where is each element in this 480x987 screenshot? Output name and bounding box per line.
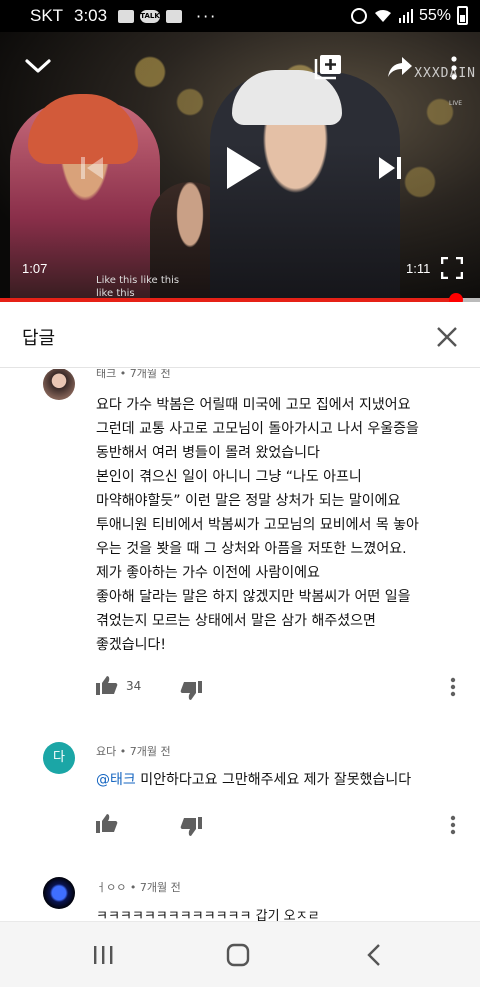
- youtube-icon: [166, 9, 182, 23]
- comment-more-button[interactable]: [450, 815, 462, 837]
- more-vert-icon: [450, 677, 456, 697]
- battery-icon: [457, 6, 468, 25]
- alarm-icon: [350, 7, 367, 24]
- comment-text: ㅋㅋㅋㅋㅋㅋㅋㅋㅋㅋㅋㅋㅋ 갑기 오ㅈㄹ: [96, 909, 320, 921]
- like-button[interactable]: [96, 813, 118, 833]
- add-to-queue-button[interactable]: [314, 54, 342, 80]
- duration: 1:11: [406, 261, 431, 276]
- status-bar: SKT 3:03 TALK ··· 55%: [0, 0, 480, 32]
- comment-line: 우는 것을 봣을 때 그 상처와 아픔을 저또한 느꼈어요.: [96, 541, 407, 557]
- comment-more-button[interactable]: [450, 677, 462, 699]
- subtitle-line: Like this like this: [96, 275, 180, 286]
- system-icons: 55%: [350, 6, 468, 25]
- watermark-sub: LIVE: [448, 100, 462, 107]
- chevron-down-icon: [25, 59, 51, 73]
- video-more-button[interactable]: [446, 54, 462, 82]
- battery-percent: 55%: [418, 6, 451, 24]
- comment-line: 본인이 겪으신 일이 아니니 그냥 “나도 아프니: [96, 469, 362, 485]
- play-icon: [227, 147, 261, 189]
- more-notifications-icon: ···: [196, 6, 218, 26]
- wifi-icon: [374, 9, 391, 22]
- like-count: 34: [126, 679, 142, 693]
- more-vert-icon: [450, 815, 456, 835]
- comment-line: 제가 좋아하는 가수 이전에 사람이에요: [96, 565, 320, 581]
- close-button[interactable]: [436, 326, 458, 348]
- add-to-playlist-icon: [314, 55, 341, 80]
- skip-next-icon: [379, 157, 401, 179]
- gallery-icon: [118, 9, 134, 23]
- video-subtitle: Like this like this like this: [96, 274, 179, 300]
- carrier-label: SKT: [30, 6, 64, 25]
- comment-author-meta: 태크 • 7개월 전: [96, 369, 171, 380]
- comment-line: 좋겠습니다!: [96, 637, 167, 653]
- fullscreen-button[interactable]: [440, 256, 464, 280]
- comment-author-meta: 요다 • 7개월 전: [96, 745, 171, 758]
- dislike-button[interactable]: [180, 681, 202, 701]
- play-button[interactable]: [218, 140, 270, 196]
- comment-line: 마약해야할듯” 이런 말은 정말 상처가 되는 말이에요: [96, 493, 401, 509]
- recents-icon: [94, 946, 113, 964]
- thumbs-up-icon: [96, 676, 118, 695]
- avatar[interactable]: 다: [43, 742, 75, 774]
- system-nav-bar: [0, 921, 480, 987]
- comment-author-meta: ㅓㅇㅇ • 7개월 전: [96, 881, 181, 894]
- replies-list[interactable]: 태크 • 7개월 전 요다 가수 박봄은 어릴때 미국에 고모 집에서 지냈어요…: [0, 369, 480, 921]
- minimize-button[interactable]: [22, 50, 54, 82]
- mention-link[interactable]: @태크: [96, 772, 136, 788]
- skip-previous-icon: [81, 157, 103, 179]
- comment-line: 좋아해 달라는 말은 하지 않겠지만 박봄씨가 어떤 일을: [96, 589, 411, 605]
- comment-text: @태크 미안하다고요 그만해주세요 제가 잘못했습니다: [96, 769, 411, 789]
- comment-line: 동반해서 여러 병들이 몰려 왔었습니다: [96, 445, 320, 461]
- thumbs-up-icon: [96, 814, 118, 833]
- more-vert-icon: [451, 56, 457, 80]
- home-icon: [226, 943, 250, 967]
- avatar[interactable]: [43, 877, 75, 909]
- like-button[interactable]: [96, 675, 118, 695]
- avatar[interactable]: [43, 369, 75, 400]
- close-icon: [437, 327, 457, 347]
- share-button[interactable]: [386, 54, 414, 80]
- share-icon: [388, 57, 412, 77]
- comment-text-body: 미안하다고요 그만해주세요 제가 잘못했습니다: [135, 772, 412, 788]
- previous-button[interactable]: [72, 148, 112, 188]
- fullscreen-icon: [441, 257, 463, 279]
- comment-line: 투애니원 티비에서 박봄씨가 고모님의 묘비에서 목 놓아: [96, 517, 419, 533]
- replies-panel-header: 답글: [0, 302, 480, 368]
- current-time: 1:07: [22, 261, 48, 276]
- talk-icon: TALK: [140, 9, 160, 23]
- notification-icons: TALK ···: [118, 6, 218, 26]
- clock: 3:03: [74, 6, 108, 25]
- comment-line: 겪었는지 모르는 상태에서 말은 삼가 해주셨으면: [96, 613, 376, 629]
- home-button[interactable]: [225, 942, 251, 968]
- dislike-button[interactable]: [180, 817, 202, 837]
- recents-button[interactable]: [90, 942, 116, 968]
- thumbs-down-icon: [180, 817, 202, 836]
- thumbs-down-icon: [180, 681, 202, 700]
- back-icon: [367, 944, 380, 966]
- comment-text: 요다 가수 박봄은 어릴때 미국에 고모 집에서 지냈어요 그런데 교통 사고로…: [96, 393, 466, 657]
- signal-icon: [398, 8, 413, 23]
- comment-line: 요다 가수 박봄은 어릴때 미국에 고모 집에서 지냈어요: [96, 397, 411, 413]
- next-button[interactable]: [370, 148, 410, 188]
- panel-title: 답글: [22, 328, 56, 349]
- comment-line: 그런데 교통 사고로 고모님이 돌아가시고 나서 우울증을: [96, 421, 419, 437]
- back-button[interactable]: [362, 942, 388, 968]
